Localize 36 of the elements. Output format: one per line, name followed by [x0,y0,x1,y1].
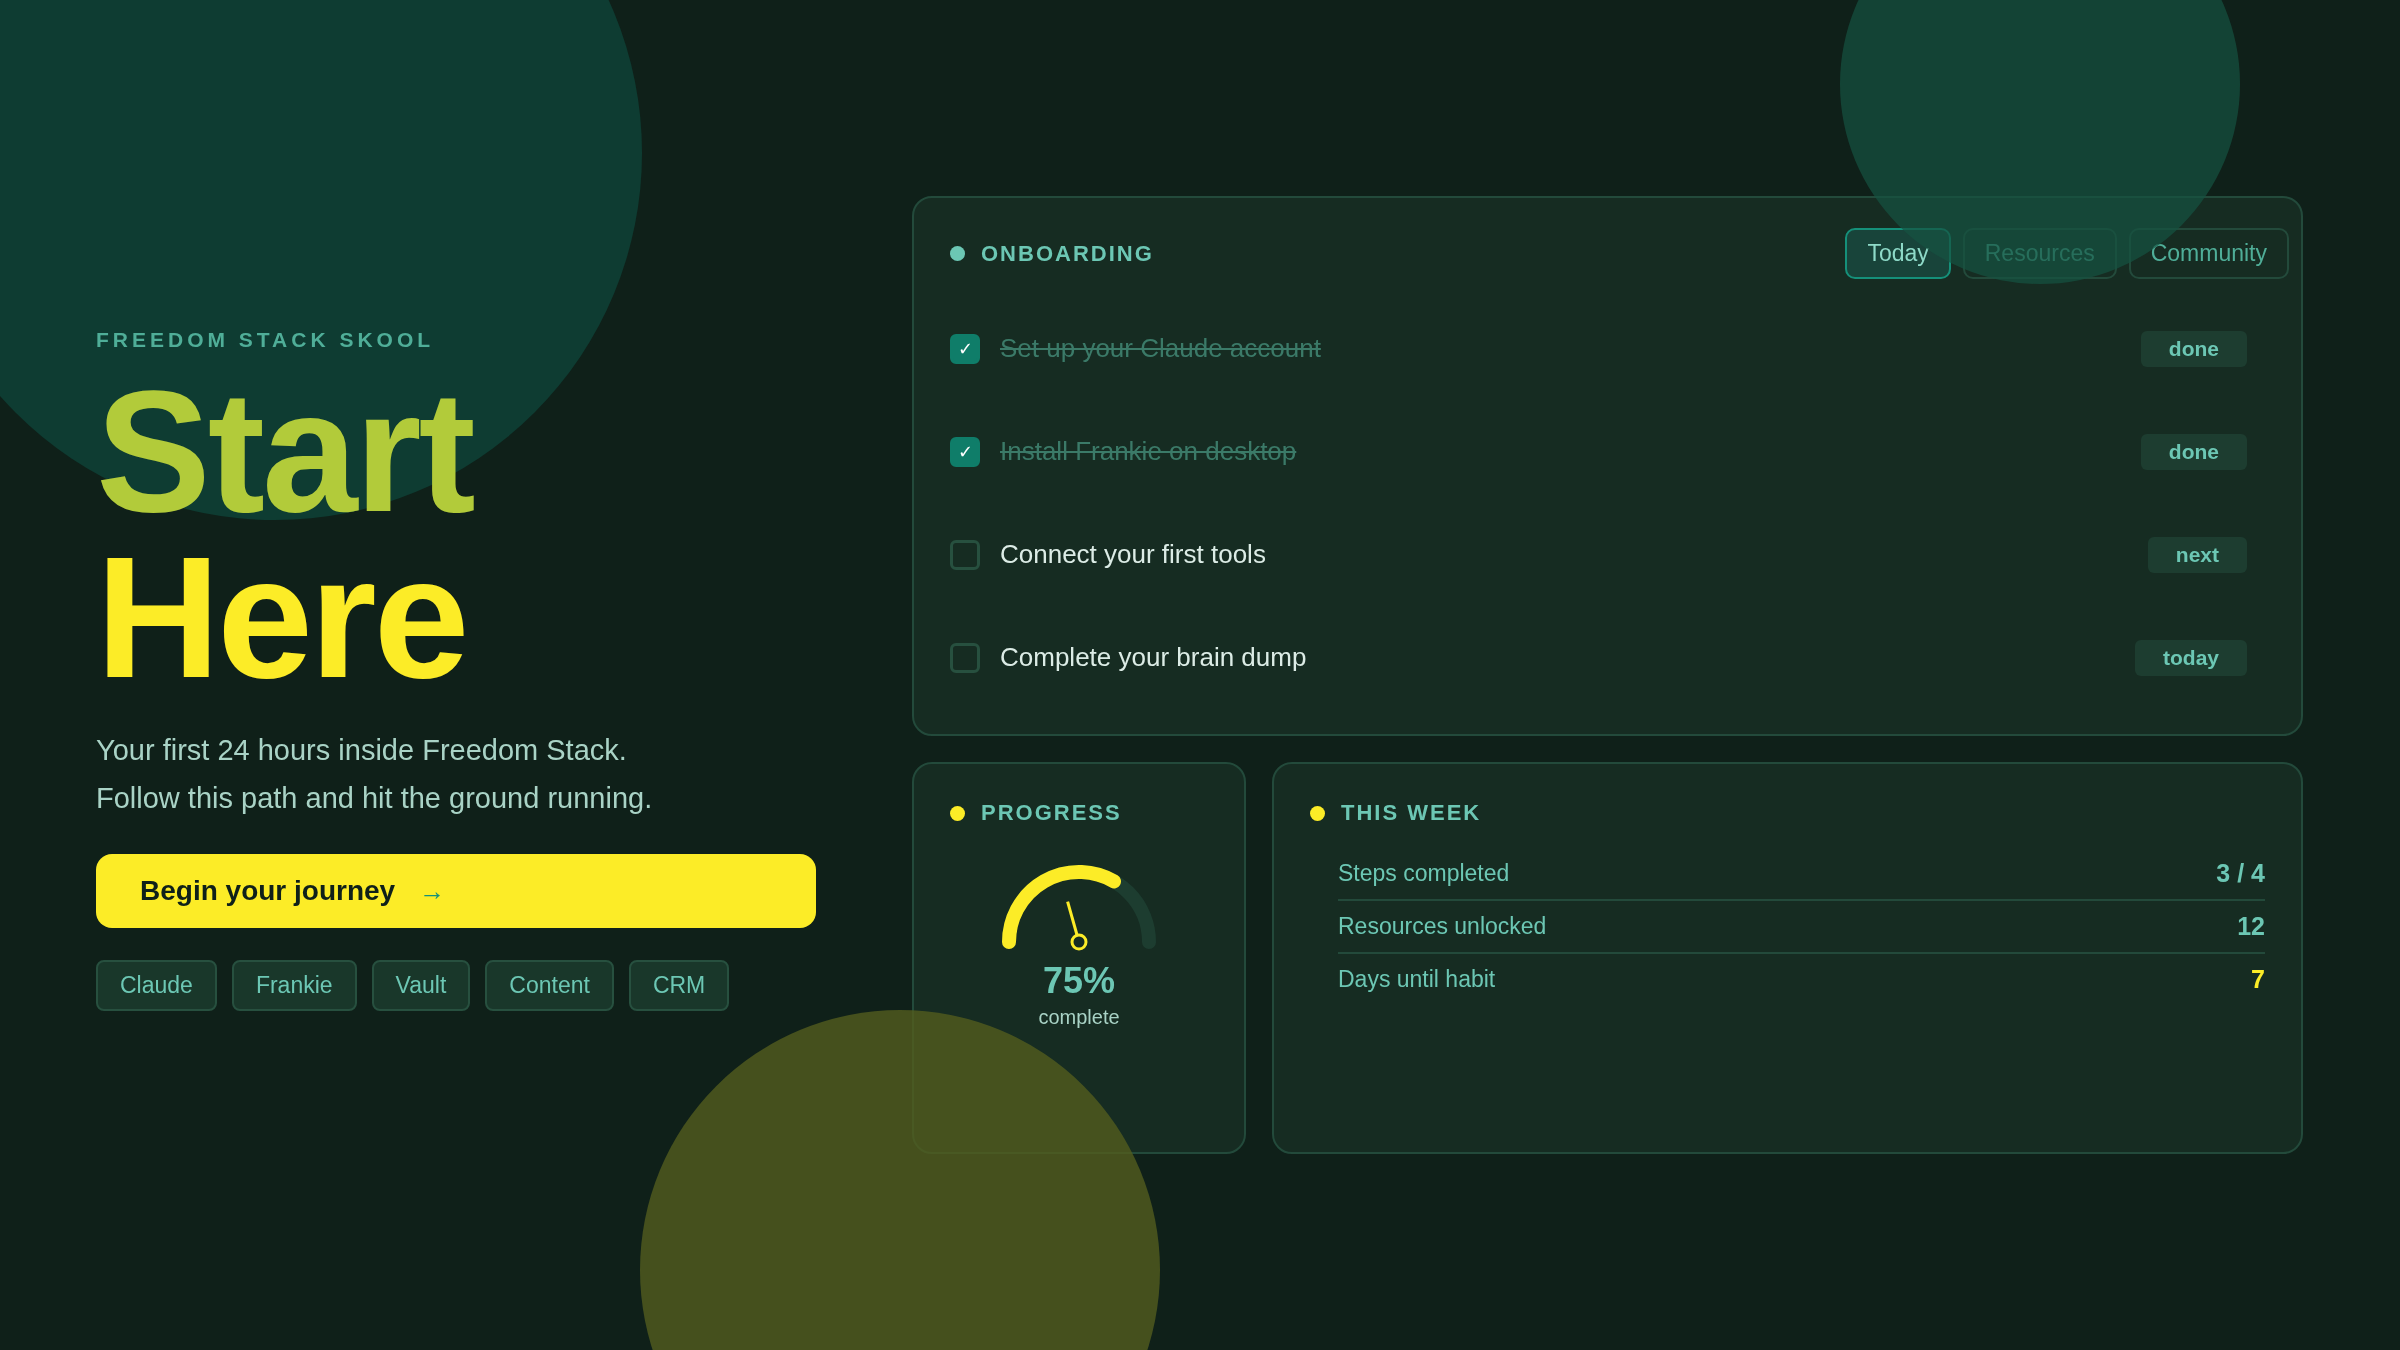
tag: Vault [371,960,471,1011]
progress-caption: complete [1038,1006,1120,1029]
eyebrow-text: FREEDOM STACK SKOOL [96,328,436,352]
status-badge: today [2135,639,2247,676]
stat-value: 12 [2237,912,2265,941]
status-badge: next [2147,536,2247,573]
task-label: Connect your first tools [1000,539,1266,570]
card-title: THIS WEEK [1341,800,1482,826]
checkbox[interactable]: ✓ [950,436,980,467]
stat-value: 3 / 4 [2216,859,2265,888]
progress-value: 75% [1042,960,1116,1002]
checkbox[interactable] [950,539,980,570]
headline: Here [96,534,468,700]
stat-label: Steps completed [1338,860,1510,887]
card-title: PROGRESS [981,800,1122,826]
begin-journey-button[interactable]: Begin your journey → [96,854,816,928]
status-badge: done [2140,433,2247,470]
tag: Content [485,960,614,1011]
card-title: ONBOARDING [981,240,1154,267]
task-label: Complete your brain dump [1000,642,1307,673]
tag: CRM [628,960,730,1011]
checkbox[interactable] [950,642,980,673]
headline: Start [96,368,475,534]
status-badge: done [2140,330,2247,367]
tag: Frankie [231,960,357,1011]
tag: Claude [96,960,217,1011]
checkbox[interactable]: ✓ [950,333,980,364]
stat-label: Days until habit [1338,966,1496,993]
task-label: Install Frankie on desktop [1000,436,1297,467]
intro-text: Follow this path and hit the ground running. [96,781,654,816]
intro-text: Your first 24 hours inside Freedom Stack. [96,733,628,768]
stat-value: 7 [2251,965,2265,994]
stat-label: Resources unlocked [1338,913,1547,940]
task-label: Set up your Claude account [1000,333,1321,364]
arrow-icon: → [419,875,446,907]
tab[interactable]: Community [2128,228,2289,279]
